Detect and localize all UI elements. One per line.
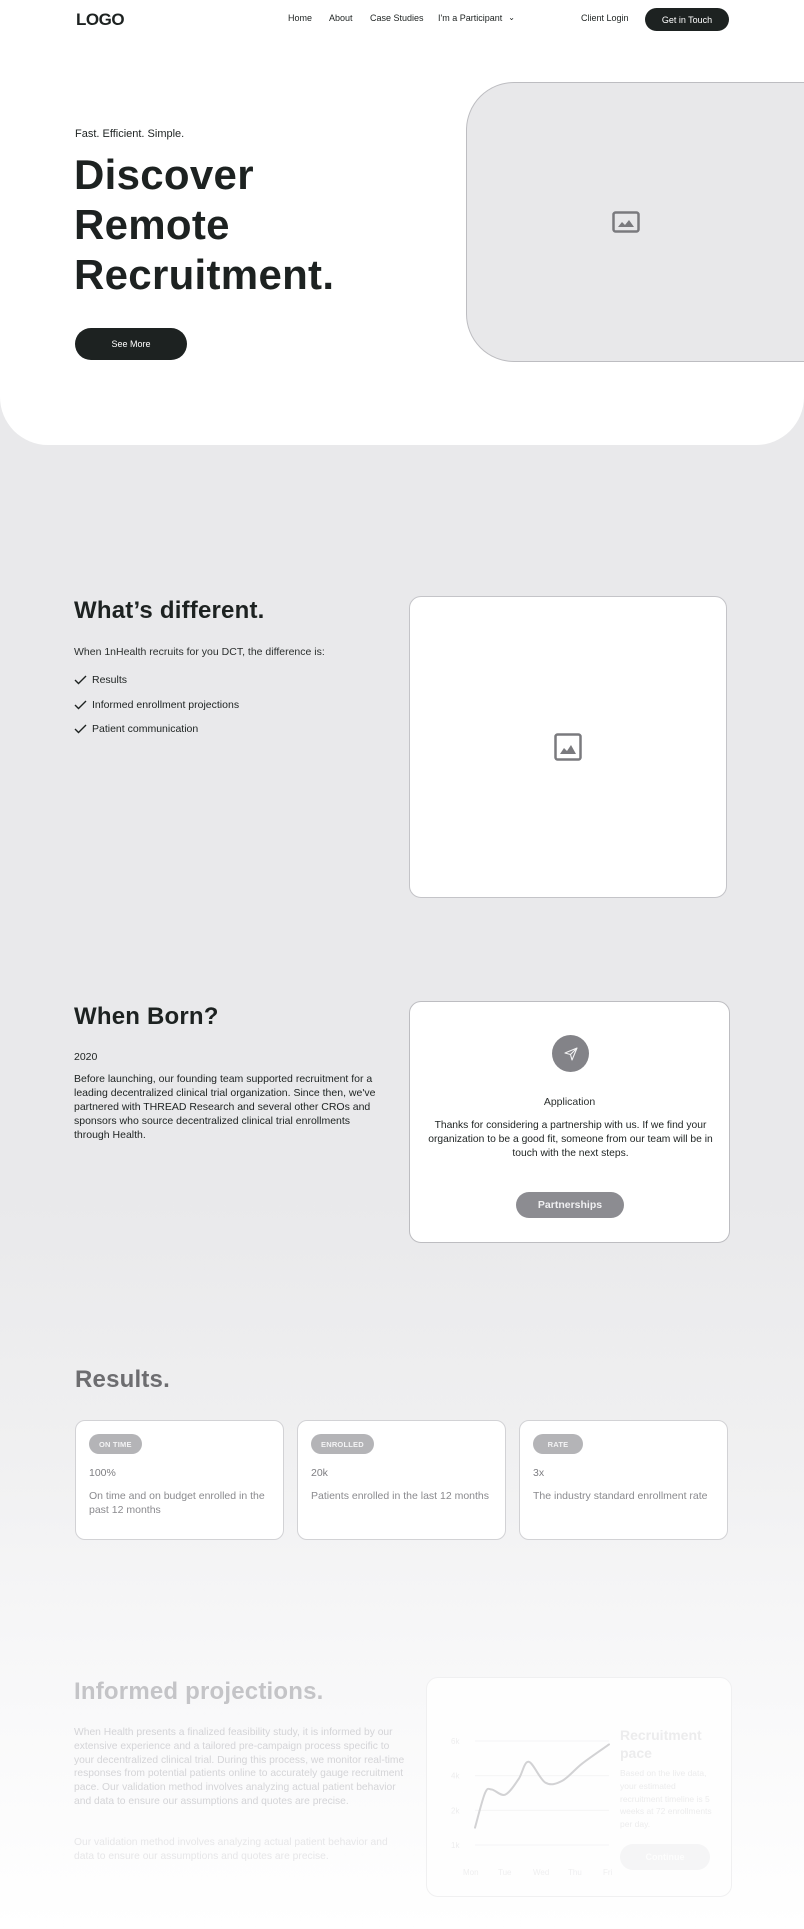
- hero-image-placeholder: [466, 82, 804, 362]
- result-description: On time and on budget enrolled in the pa…: [89, 1490, 265, 1516]
- list-item: Patient communication: [74, 717, 239, 742]
- founding-year: 2020: [74, 1051, 98, 1063]
- x-tick-label: Thu: [568, 1868, 582, 1877]
- result-value: 20k: [311, 1467, 328, 1479]
- series-line-recruitment: [474, 1743, 610, 1829]
- continue-button[interactable]: Continue: [620, 1844, 710, 1870]
- informed-projections-body-secondary: Our validation method involves analyzing…: [74, 1837, 388, 1862]
- result-badge: RATE: [533, 1434, 583, 1454]
- whats-different-title: What’s different.: [74, 597, 265, 624]
- result-description: Patients enrolled in the last 12 months: [311, 1490, 490, 1502]
- nav-case-studies[interactable]: Case Studies: [370, 13, 424, 23]
- whats-different-image-card: [409, 596, 727, 898]
- x-tick-label: Fri: [603, 1868, 613, 1877]
- result-card-enrolled: ENROLLED 20k Patients enrolled in the la…: [297, 1420, 506, 1540]
- application-card: Application Thanks for considering a par…: [409, 1001, 730, 1243]
- site-header: LOGO Home About Case Studies I'm a Parti…: [0, 0, 804, 38]
- result-value: 3x: [533, 1467, 545, 1479]
- result-description: The industry standard enrollment rate: [533, 1490, 708, 1502]
- x-tick-label: Tue: [498, 1868, 512, 1877]
- y-tick-label: 6k: [451, 1737, 460, 1746]
- image-placeholder-icon: [554, 733, 582, 761]
- y-tick-label: 4k: [451, 1772, 460, 1781]
- recruitment-pace-title: Recruitment pace: [620, 1727, 702, 1761]
- whats-different-intro: When 1nHealth recruits for you DCT, the …: [74, 646, 325, 658]
- chevron-down-icon: ⌄: [508, 13, 515, 22]
- client-login-link[interactable]: Client Login: [581, 13, 629, 23]
- paper-plane-icon: [563, 1046, 578, 1061]
- difference-list: Results Informed enrollment projections …: [74, 668, 239, 742]
- nav-participant-label: I'm a Participant: [438, 13, 503, 23]
- hero-tagline: Fast. Efficient. Simple.: [75, 128, 185, 140]
- recruitment-pace-body: Based on the live data, your estimated r…: [620, 1768, 712, 1830]
- get-in-touch-button[interactable]: Get in Touch: [645, 8, 729, 31]
- logo[interactable]: LOGO: [76, 10, 125, 30]
- hero-section: Fast. Efficient. Simple. Discover Remote…: [0, 0, 804, 445]
- list-item-label: Results: [92, 674, 128, 687]
- list-item-label: Informed enrollment projections: [92, 698, 240, 711]
- application-title: Application: [543, 1096, 596, 1108]
- check-icon: [74, 675, 87, 685]
- result-badge: ON TIME: [89, 1434, 142, 1454]
- results-title: Results.: [75, 1366, 170, 1393]
- application-body: Thanks for considering a partnership wit…: [428, 1120, 713, 1159]
- y-tick-label: 2k: [451, 1806, 460, 1815]
- recruitment-pace-card: 1k 2k 4k 6k Mon Tue Wed Thu Fri Recruitment pace…: [426, 1677, 732, 1897]
- list-item: Informed enrollment projections: [74, 693, 239, 718]
- image-placeholder-icon: [612, 211, 640, 233]
- nav-about[interactable]: About: [329, 13, 353, 23]
- when-born-body: Before launching, our founding team supp…: [74, 1073, 376, 1141]
- check-icon: [74, 700, 87, 710]
- informed-projections-body: When Health presents a finalized feasibi…: [74, 1727, 405, 1807]
- nav-participant[interactable]: I'm a Participant ⌄: [438, 13, 515, 23]
- result-badge: ENROLLED: [311, 1434, 374, 1454]
- list-item-label: Patient communication: [92, 723, 199, 736]
- check-icon: [74, 724, 87, 734]
- result-card-on-time: ON TIME 100% On time and on budget enrol…: [75, 1420, 284, 1540]
- application-icon-circle: [552, 1035, 589, 1072]
- nav-home[interactable]: Home: [288, 13, 312, 23]
- result-card-rate: RATE 3x The industry standard enrollment…: [519, 1420, 728, 1540]
- x-tick-label: Wed: [533, 1868, 549, 1877]
- partnerships-button[interactable]: Partnerships: [516, 1192, 624, 1218]
- hero-title: Discover Remote Recruitment.: [74, 150, 334, 300]
- informed-projections-title: Informed projections.: [74, 1678, 324, 1705]
- y-tick-label: 1k: [451, 1841, 460, 1850]
- list-item: Results: [74, 668, 239, 693]
- hero-title-line: Discover: [74, 151, 254, 198]
- hero-title-line: Recruitment.: [74, 251, 335, 298]
- see-more-button[interactable]: See More: [75, 328, 187, 360]
- result-value: 100%: [89, 1467, 116, 1479]
- when-born-title: When Born?: [74, 1003, 219, 1030]
- hero-title-line: Remote: [74, 201, 230, 248]
- x-tick-label: Mon: [463, 1868, 479, 1877]
